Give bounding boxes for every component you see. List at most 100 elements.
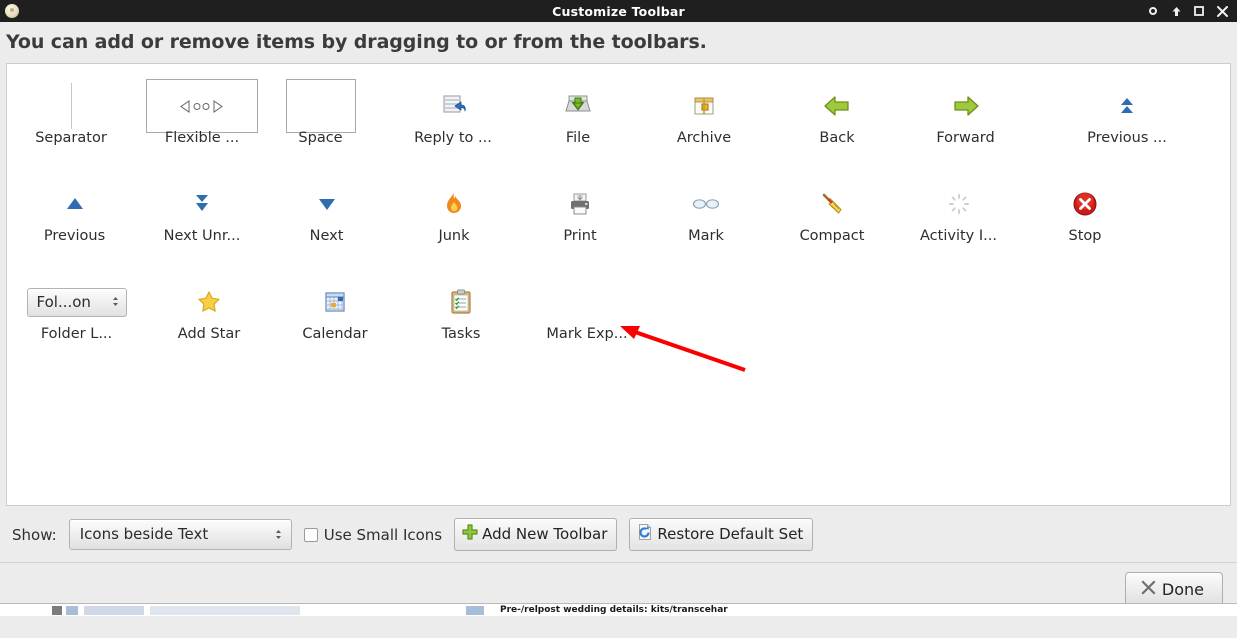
show-mode-select[interactable]: Icons beside Text (68, 519, 292, 550)
palette-item-label: Reply to ... (414, 130, 492, 146)
palette-item-label: Previous ... (1087, 130, 1167, 146)
palette-item-reply-to-list[interactable]: Reply to ... (372, 70, 534, 146)
palette-item-label: Print (563, 228, 597, 244)
add-new-toolbar-button[interactable]: Add New Toolbar (454, 518, 618, 551)
palette-item-back[interactable]: Back (786, 70, 888, 146)
activity-indicator-icon (895, 176, 1022, 232)
close-x-icon (1140, 579, 1157, 600)
palette-item-tasks[interactable]: Tasks (398, 266, 524, 342)
show-mode-value: Icons beside Text (79, 525, 209, 543)
background-text-fragment: Pre-/relpost wedding details: kits/trans… (500, 605, 728, 615)
forward-arrow-icon (888, 78, 1043, 134)
palette-item-separator[interactable]: Separator (7, 70, 135, 146)
use-small-icons-checkbox[interactable]: Use Small Icons (303, 525, 443, 544)
app-icon (5, 4, 19, 18)
palette-item-label: Separator (35, 130, 107, 146)
palette-item-label: Next (309, 228, 344, 244)
next-icon (262, 176, 391, 232)
background-window-strip: Pre-/relpost wedding details: kits/trans… (0, 603, 1237, 616)
palette-item-forward[interactable]: Forward (888, 70, 1043, 146)
palette-row: Fol...on Folder L... Add Star Calendar T… (7, 266, 1230, 364)
palette-item-space[interactable]: Space (269, 70, 372, 146)
use-small-icons-label: Use Small Icons (323, 525, 443, 544)
palette-item-mark[interactable]: Mark (643, 168, 769, 244)
palette-item-label: Tasks (441, 326, 481, 342)
palette-item-label: Space (298, 130, 343, 146)
space-widget (269, 78, 372, 134)
print-icon (517, 176, 643, 232)
customize-toolbar-dialog: You can add or remove items by dragging … (0, 22, 1237, 616)
junk-flame-icon (391, 176, 517, 232)
next-unread-icon (142, 176, 262, 232)
shade-button[interactable] (1170, 5, 1182, 17)
window-title: Customize Toolbar (552, 3, 685, 19)
chevron-updown-icon (112, 296, 119, 307)
checkbox-box[interactable] (303, 527, 318, 542)
minimize-button[interactable] (1147, 5, 1159, 17)
reply-to-list-icon (372, 78, 534, 134)
palette-item-label: Calendar (302, 326, 368, 342)
palette-item-label: Junk (438, 228, 470, 244)
restore-icon (636, 523, 654, 545)
stop-icon (1022, 176, 1148, 232)
palette-item-label: Flexible ... (164, 130, 240, 146)
palette-item-next[interactable]: Next (262, 168, 391, 244)
palette-item-activity-indicator[interactable]: Activity I... (895, 168, 1022, 244)
window-controls (1147, 5, 1237, 17)
palette-item-label: Mark Exp... (546, 326, 628, 342)
flexible-space-widget (135, 78, 269, 134)
palette-item-stop[interactable]: Stop (1022, 168, 1148, 244)
add-new-toolbar-label: Add New Toolbar (482, 525, 608, 543)
palette-item-label: Back (819, 130, 855, 146)
palette-item-label: Previous (43, 228, 106, 244)
restore-default-set-label: Restore Default Set (657, 525, 804, 543)
calendar-icon (272, 274, 398, 330)
palette-item-print[interactable]: Print (517, 168, 643, 244)
add-star-icon (146, 274, 272, 330)
palette-item-compact[interactable]: Compact (769, 168, 895, 244)
palette-item-previous[interactable]: Previous (7, 168, 142, 244)
options-bar: Show: Icons beside Text Use Small Icons … (0, 506, 1237, 563)
instruction-banner: You can add or remove items by dragging … (6, 31, 707, 53)
toolbar-item-palette[interactable]: Separator Flexible ... Space Reply to ..… (6, 63, 1231, 506)
palette-item-calendar[interactable]: Calendar (272, 266, 398, 342)
tasks-icon (398, 274, 524, 330)
previous-unread-icon (1043, 78, 1211, 134)
palette-item-label: Forward (936, 130, 995, 146)
palette-item-flexible-space[interactable]: Flexible ... (135, 70, 269, 146)
folder-location-value: Fol...on (36, 292, 91, 311)
palette-row: Separator Flexible ... Space Reply to ..… (7, 70, 1230, 168)
folder-location-dropdown[interactable]: Fol...on (7, 274, 146, 330)
palette-item-label: Next Unr... (163, 228, 241, 244)
palette-item-label: File (565, 130, 591, 146)
palette-item-archive[interactable]: Archive (622, 70, 786, 146)
maximize-button[interactable] (1193, 5, 1205, 17)
plus-icon (461, 523, 479, 545)
palette-item-folder-location[interactable]: Fol...on Folder L... (7, 266, 146, 342)
palette-item-label: Stop (1068, 228, 1102, 244)
file-icon (534, 78, 622, 134)
mark-glasses-icon (643, 176, 769, 232)
palette-item-file[interactable]: File (534, 70, 622, 146)
palette-item-previous-unread[interactable]: Previous ... (1043, 70, 1211, 146)
previous-icon (7, 176, 142, 232)
palette-item-next-unread[interactable]: Next Unr... (142, 168, 262, 244)
back-arrow-icon (786, 78, 888, 134)
close-button[interactable] (1216, 5, 1228, 17)
title-bar: Customize Toolbar (0, 0, 1237, 22)
chevron-updown-icon (275, 529, 282, 540)
palette-item-label: Archive (676, 130, 732, 146)
palette-item-junk[interactable]: Junk (391, 168, 517, 244)
palette-item-label: Compact (799, 228, 865, 244)
palette-item-mark-expand[interactable]: Mark Exp... (524, 266, 650, 342)
blank-icon (524, 274, 650, 330)
palette-item-add-star[interactable]: Add Star (146, 266, 272, 342)
restore-default-set-button[interactable]: Restore Default Set (629, 518, 814, 551)
palette-item-label: Activity I... (920, 228, 997, 244)
palette-row: Previous Next Unr... Next Junk Print Mar… (7, 168, 1230, 266)
palette-item-label: Folder L... (40, 326, 113, 342)
compact-broom-icon (769, 176, 895, 232)
separator-widget (7, 78, 135, 134)
archive-icon (622, 78, 786, 134)
show-label: Show: (12, 525, 57, 544)
